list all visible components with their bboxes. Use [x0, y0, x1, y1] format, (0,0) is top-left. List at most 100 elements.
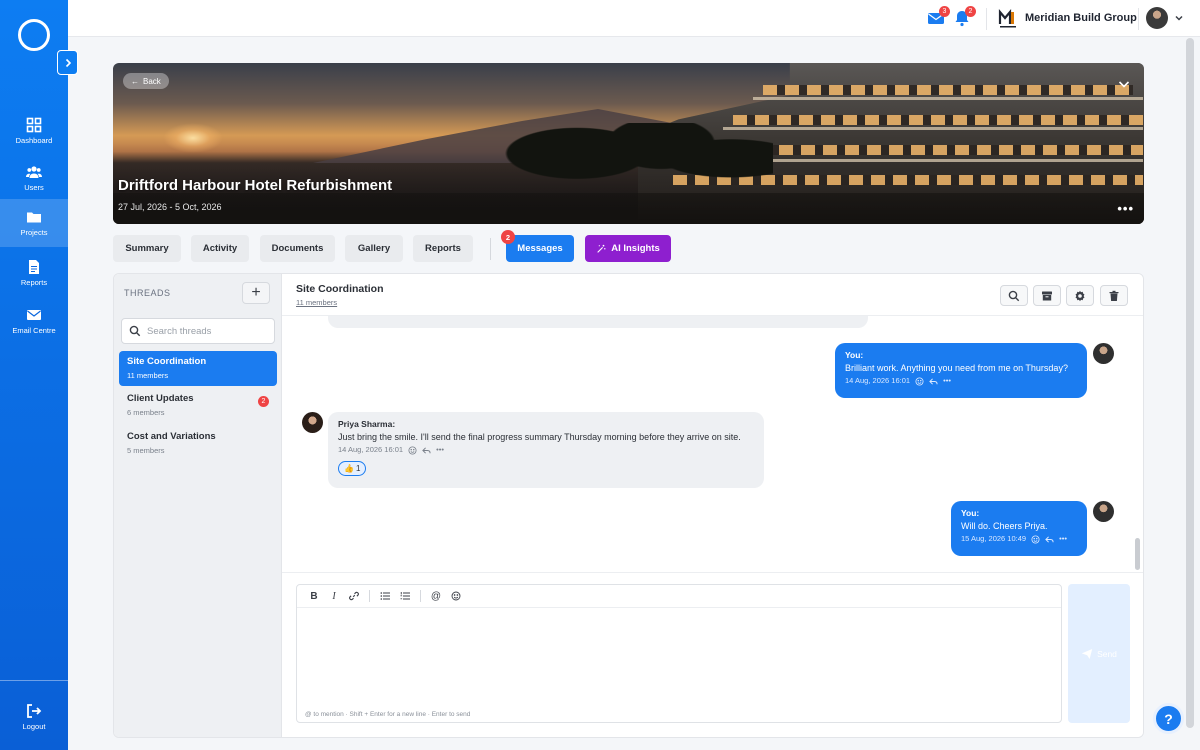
tab-ai-insights[interactable]: AI Insights [585, 235, 671, 262]
avatar [1093, 501, 1114, 522]
add-thread-button[interactable]: + [242, 282, 270, 304]
reply-icon[interactable] [929, 377, 938, 386]
sidebar-expand-button[interactable] [57, 50, 78, 75]
topbar-divider [1138, 8, 1139, 30]
tab-messages[interactable]: Messages 2 [501, 230, 574, 262]
sidebar: Dashboard Users Projects Reports Email C… [0, 0, 68, 750]
back-label: Back [143, 76, 161, 86]
thread-item-cost-and-variations[interactable]: Cost and Variations 5 members [119, 426, 277, 461]
numbered-list-icon [400, 592, 410, 600]
search-messages-button[interactable] [1000, 285, 1028, 306]
message-list-scrollbar[interactable] [1135, 538, 1140, 570]
help-button[interactable]: ? [1153, 703, 1184, 734]
sidebar-item-projects[interactable]: Projects [0, 199, 68, 247]
message-meta: 14 Aug, 2026 16:01 ••• [845, 376, 1077, 387]
search-placeholder: Search threads [147, 325, 212, 337]
tab-activity[interactable]: Activity [191, 235, 249, 262]
user-avatar[interactable] [1146, 7, 1168, 29]
hero-window-row [733, 115, 1143, 125]
hero-floor [753, 97, 1143, 100]
reaction-emoji: 👍 [344, 463, 354, 473]
sidebar-item-dashboard[interactable]: Dashboard [0, 108, 68, 154]
thread-unread-badge: 2 [258, 396, 269, 407]
back-button[interactable]: ← Back [123, 73, 169, 89]
sidebar-divider [0, 680, 68, 681]
editor-toolbar: B I @ [297, 585, 1061, 608]
app-logo[interactable] [18, 19, 50, 51]
settings-button[interactable] [1066, 285, 1094, 306]
mail-button[interactable]: 3 [927, 6, 950, 27]
message-editor[interactable]: B I @ @ to mention · Shift + Enter for a… [296, 584, 1062, 723]
hero-window-row [713, 145, 1143, 155]
tab-reports[interactable]: Reports [413, 235, 473, 262]
message-more-button[interactable]: ••• [436, 445, 444, 456]
message-author: You: [961, 508, 980, 518]
mail-icon [27, 310, 41, 320]
folder-icon [27, 212, 41, 223]
message-bubble-other[interactable]: Priya Sharma: Just bring the smile. I'll… [328, 412, 764, 488]
emoji-icon[interactable] [915, 377, 924, 386]
logout-button[interactable]: Logout [0, 694, 68, 740]
sidebar-item-label: Dashboard [15, 136, 53, 145]
delete-thread-button[interactable] [1100, 285, 1128, 306]
send-button[interactable]: Send [1068, 584, 1130, 723]
thread-name: Cost and Variations [127, 431, 216, 442]
link-button[interactable] [345, 587, 363, 605]
reaction-badge[interactable]: 👍 1 [338, 460, 367, 477]
project-title: Driftford Harbour Hotel Refurbishment [118, 177, 393, 194]
numbered-list-button[interactable] [396, 587, 414, 605]
bold-button[interactable]: B [305, 587, 323, 605]
company-name[interactable]: Meridian Build Group [1025, 12, 1137, 24]
reaction-count: 1 [355, 463, 361, 473]
emoji-button[interactable] [447, 587, 465, 605]
tab-gallery[interactable]: Gallery [345, 235, 403, 262]
arrow-left-icon: ← [131, 76, 139, 86]
reply-icon[interactable] [1045, 535, 1054, 544]
tab-documents[interactable]: Documents [260, 235, 335, 262]
sidebar-item-label: Reports [20, 278, 48, 287]
project-hero-banner: ← Back Driftford Harbour Hotel Refurbish… [113, 63, 1144, 224]
message-text: Brilliant work. Anything you need from m… [845, 362, 1068, 373]
logout-label: Logout [22, 722, 46, 731]
users-icon [26, 166, 42, 178]
project-dates: 27 Jul, 2026 - 5 Oct, 2026 [118, 202, 222, 212]
chat-members-link[interactable]: 11 members [296, 298, 337, 307]
magic-wand-icon [597, 244, 606, 253]
thread-item-client-updates[interactable]: Client Updates 6 members 2 [119, 388, 277, 423]
message-more-button[interactable]: ••• [943, 376, 951, 387]
thread-name: Client Updates [127, 393, 194, 404]
more-options-button[interactable]: ••• [1117, 201, 1134, 216]
chevron-down-icon[interactable] [1174, 13, 1184, 23]
message-list[interactable]: You: Brilliant work. Anything you need f… [282, 316, 1143, 572]
sidebar-item-users[interactable]: Users [0, 155, 68, 201]
page-scrollbar[interactable] [1186, 38, 1194, 750]
thread-item-site-coordination[interactable]: Site Coordination 11 members [119, 351, 277, 386]
page-scrollbar-thumb[interactable] [1186, 38, 1194, 728]
bullet-list-button[interactable] [376, 587, 394, 605]
hero-sun [163, 123, 223, 153]
message-bubble-own[interactable]: You: Will do. Cheers Priya. 15 Aug, 2026… [951, 501, 1087, 556]
search-icon [129, 325, 141, 337]
tab-summary[interactable]: Summary [113, 235, 181, 262]
hero-ground [113, 193, 1144, 224]
thread-search-input[interactable]: Search threads [121, 318, 275, 344]
sidebar-item-reports[interactable]: Reports [0, 250, 68, 296]
bold-icon: B [310, 590, 318, 602]
mail-badge: 3 [939, 6, 950, 17]
message-bubble-own[interactable]: You: Brilliant work. Anything you need f… [835, 343, 1087, 398]
sidebar-item-email-centre[interactable]: Email Centre [0, 298, 68, 344]
archive-button[interactable] [1033, 285, 1061, 306]
archive-icon [1042, 291, 1052, 300]
emoji-icon[interactable] [408, 446, 417, 455]
chat-title: Site Coordination [296, 283, 384, 295]
chevron-down-icon[interactable] [1118, 79, 1130, 89]
notifications-button[interactable]: 2 [953, 6, 976, 27]
mention-button[interactable]: @ [427, 587, 445, 605]
reply-icon[interactable] [422, 446, 431, 455]
italic-button[interactable]: I [325, 587, 343, 605]
tabs-divider [490, 238, 491, 260]
message-more-button[interactable]: ••• [1059, 534, 1067, 545]
hero-window-row [763, 85, 1133, 95]
threads-heading: THREADS [124, 288, 171, 298]
emoji-icon[interactable] [1031, 535, 1040, 544]
